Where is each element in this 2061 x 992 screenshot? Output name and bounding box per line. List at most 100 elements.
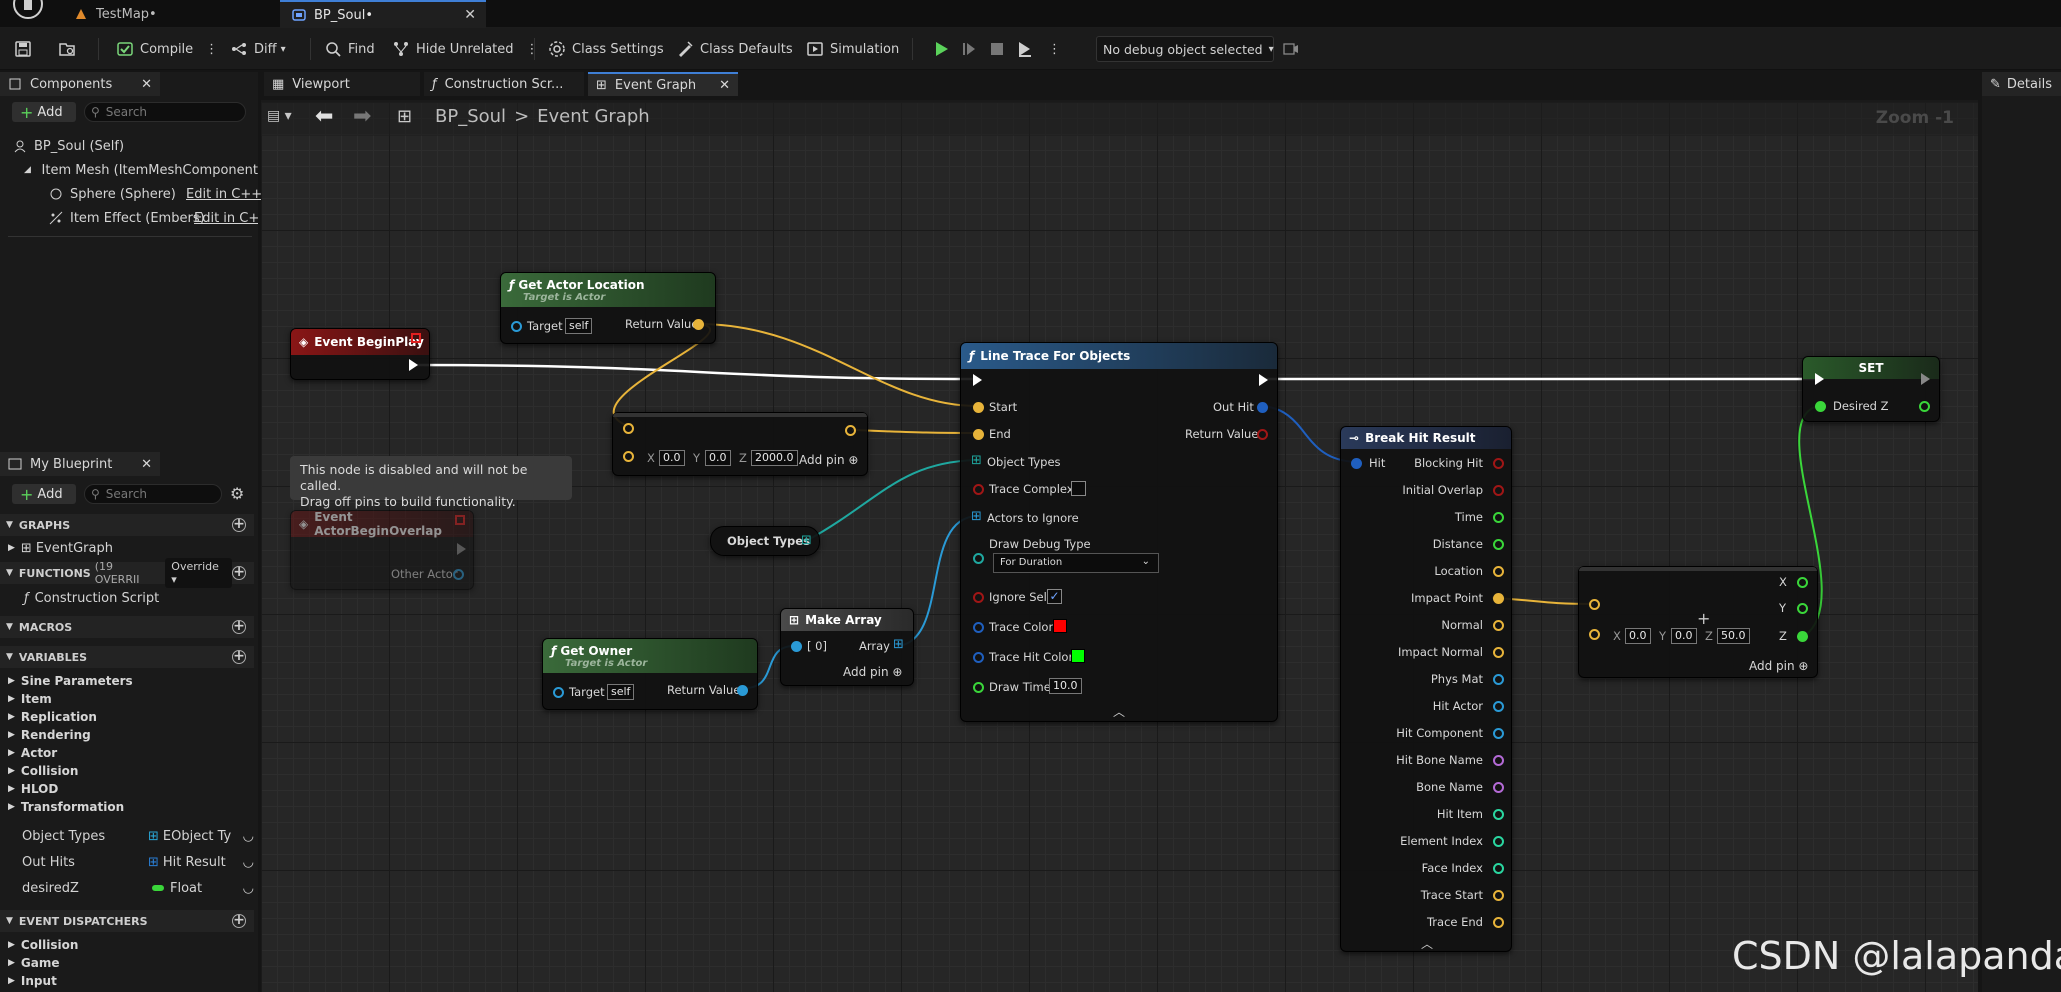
draw-debug-type-dropdown[interactable]: For Duration ⌄ [993,553,1159,573]
add-z-value[interactable]: 2000.0 [751,450,798,466]
var-category-transformation[interactable]: ▶ Transformation [0,798,254,816]
add-input-a-pin[interactable] [1589,599,1600,610]
out-y-pin[interactable] [1797,603,1808,614]
draw-time-value[interactable]: 10.0 [1049,678,1082,694]
construction-script-item[interactable]: ƒ Construction Script [24,586,159,610]
breadcrumb-root[interactable]: BP_Soul [435,106,506,127]
node-add-vector[interactable]: X 0.0 Y 0.0 Z 2000.0 Add pin ⊕ [612,412,868,476]
variable-out-hits[interactable]: Out Hits ⊞ Hit Result ◡ [22,850,254,874]
var-category-item[interactable]: ▶ Item [0,690,254,708]
out-x-pin[interactable] [1797,577,1808,588]
add-pin-button[interactable]: Add pin ⊕ [843,665,902,679]
simulation-button[interactable]: Simulation [806,36,899,62]
var-category-hlod[interactable]: ▶ HLOD [0,780,254,798]
trace-complex-pin[interactable] [973,484,984,495]
close-icon[interactable]: ✕ [719,78,730,93]
variable-desired-z[interactable]: desiredZ Float ◡ [22,876,254,900]
settings-gear-icon[interactable]: ⚙ [230,484,244,503]
dispatcher-category-collision[interactable]: ▶ Collision [0,936,254,954]
break-output-pin[interactable] [1493,674,1504,685]
add-y-value[interactable]: 0.0 [1671,628,1697,644]
dispatcher-category-input[interactable]: ▶ Input [0,972,254,990]
tab-testmap[interactable]: TestMap• [62,0,276,28]
trace-hit-color-pin[interactable] [973,652,984,663]
components-search-input[interactable]: ⚲ Search [84,102,246,122]
var-category-collision[interactable]: ▶ Collision [0,762,254,780]
my-blueprint-search-input[interactable]: ⚲ Search [84,484,222,504]
break-output-pin[interactable] [1493,485,1504,496]
end-pin[interactable] [973,429,984,440]
object-types-pin[interactable]: ⊞ [971,453,982,468]
desired-z-output-pin[interactable] [1919,401,1930,412]
macros-category[interactable]: ▼ MACROS + [0,616,254,638]
browse-button[interactable] [58,36,82,62]
add-member-button[interactable]: + Add [12,484,76,504]
class-defaults-button[interactable]: Class Defaults [676,36,793,62]
bookmark-button[interactable]: ▤ ▾ [267,108,292,124]
edit-in-cpp-link[interactable]: Edit in C+ [194,211,258,226]
var-category-sine-parameters[interactable]: ▶ Sine Parameters [0,672,254,690]
break-output-pin[interactable] [1493,917,1504,928]
functions-category[interactable]: ▼ FUNCTIONS (19 OVERRII Override ▾ + [0,558,254,588]
more-options-icon[interactable]: ⋮ [205,42,218,57]
add-x-value[interactable]: 0.0 [659,450,685,466]
array-element-pin[interactable] [791,641,802,652]
save-button[interactable] [14,36,38,62]
add-y-value[interactable]: 0.0 [705,450,731,466]
trace-complex-checkbox[interactable] [1071,481,1086,496]
target-self-box[interactable]: self [565,318,593,334]
out-z-pin[interactable] [1797,631,1808,642]
back-arrow-icon[interactable]: ⬅ [315,104,333,129]
add-macro-icon[interactable]: + [232,619,246,634]
add-output-pin[interactable] [845,425,856,436]
actors-to-ignore-pin[interactable]: ⊞ [971,509,982,524]
node-get-actor-location[interactable]: ƒ Get Actor Location Target is Actor Tar… [500,272,716,344]
find-button[interactable]: Find [324,36,375,62]
break-output-pin[interactable] [1493,836,1504,847]
break-output-pin[interactable] [1493,512,1504,523]
break-output-pin[interactable] [1493,539,1504,550]
tab-viewport[interactable]: ▦ Viewport [264,72,420,96]
close-icon[interactable]: ✕ [464,7,476,23]
break-output-pin[interactable] [1493,890,1504,901]
break-output-pin[interactable] [1493,863,1504,874]
break-output-pin[interactable] [1493,566,1504,577]
break-output-pin[interactable] [1493,593,1504,604]
exec-out-pin[interactable] [1259,374,1268,386]
target-pin[interactable] [511,321,522,332]
close-icon[interactable]: ✕ [141,77,152,92]
step-button[interactable] [956,35,982,63]
compile-button[interactable]: Compile ⋮ [116,36,218,62]
trace-hit-color-swatch[interactable] [1071,649,1085,663]
break-output-pin[interactable] [1493,620,1504,631]
add-function-icon[interactable]: + [232,565,246,580]
add-input-b-pin[interactable] [623,451,634,462]
node-event-beginplay[interactable]: ◈ Event BeginPlay [290,328,430,380]
node-get-owner[interactable]: ƒ Get Owner Target is Actor Target self … [542,638,758,710]
unreal-logo-icon[interactable] [8,0,48,22]
hit-input-pin[interactable] [1351,458,1362,469]
node-break-hit-result[interactable]: ⊸ Break Hit Result Hit Blocking Hit Initi… [1340,426,1512,952]
variable-object-types[interactable]: Object Types ⊞ EObject Ty ◡ [22,824,254,848]
tab-event-graph[interactable]: ⊞ Event Graph ✕ [588,72,738,96]
stop-button[interactable] [984,35,1010,63]
add-z-value[interactable]: 50.0 [1717,628,1750,644]
exec-in-pin[interactable] [973,374,982,386]
play-options-button[interactable]: ⋮ [1048,36,1061,62]
return-value-pin[interactable] [1257,429,1268,440]
play-button[interactable] [928,35,954,63]
var-category-actor[interactable]: ▶ Actor [0,744,254,762]
add-graph-icon[interactable]: + [232,517,246,532]
tree-item-sphere[interactable]: Sphere (Sphere) Edit in C++ [48,182,262,206]
visibility-eye-icon[interactable]: ◡ [243,855,254,870]
add-variable-icon[interactable]: + [232,649,246,664]
start-pin[interactable] [973,402,984,413]
components-tab[interactable]: Components ✕ [0,72,160,96]
visibility-eye-icon[interactable]: ◡ [243,829,254,844]
target-self-box[interactable]: self [607,684,635,700]
tree-item-bp-soul[interactable]: BP_Soul (Self) [12,134,124,158]
possess-button[interactable] [1012,35,1038,63]
event-dispatchers-category[interactable]: ▼ EVENT DISPATCHERS + [0,910,254,932]
array-output-pin[interactable]: ⊞ [893,637,904,652]
tree-item-item-mesh[interactable]: ◢ Item Mesh (ItemMeshComponent [24,158,258,182]
